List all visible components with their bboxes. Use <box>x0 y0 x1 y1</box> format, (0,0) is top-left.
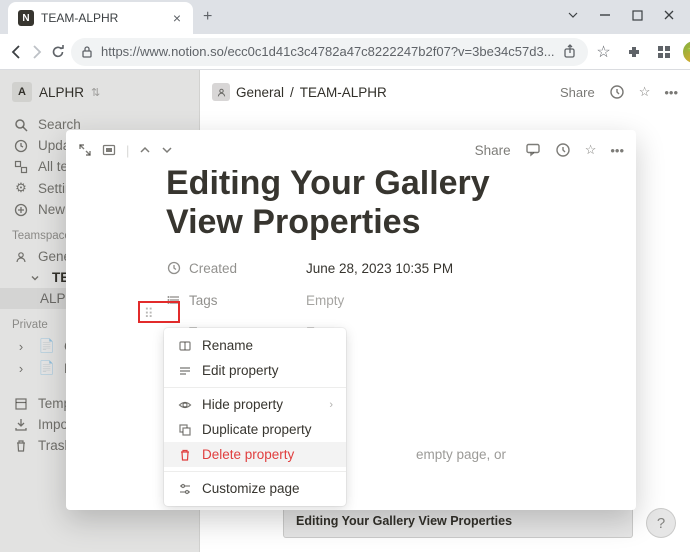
duplicate-icon <box>177 423 193 437</box>
page-modal: | Share ☆ ••• Editing Y <box>66 130 636 510</box>
notion-favicon: N <box>18 10 34 26</box>
chevron-down-icon[interactable] <box>566 8 580 22</box>
peek-mode-icon[interactable] <box>102 143 116 157</box>
url-text: https://www.notion.so/ecc0c1d41c3c4782a4… <box>101 44 555 59</box>
eye-icon <box>177 398 193 412</box>
close-window-icon[interactable] <box>662 8 676 22</box>
team-icon <box>12 250 30 264</box>
reload-button[interactable] <box>50 38 66 66</box>
property-value: June 28, 2023 10:35 PM <box>306 261 453 276</box>
back-button[interactable] <box>8 38 24 66</box>
forward-button[interactable] <box>29 38 45 66</box>
edit-icon <box>177 364 193 378</box>
workspace-switcher[interactable]: A ALPHR ⇅ <box>0 78 199 106</box>
browser-tab[interactable]: N TEAM-ALPHR × <box>8 2 193 34</box>
help-button[interactable]: ? <box>646 508 676 538</box>
updates-icon[interactable] <box>609 84 625 100</box>
menu-divider <box>164 471 346 472</box>
search-icon <box>12 118 30 132</box>
more-icon[interactable]: ••• <box>664 85 678 100</box>
profile-avatar[interactable]: 🌱 <box>683 41 690 63</box>
lock-icon <box>81 45 93 58</box>
linked-card-title: Editing Your Gallery View Properties <box>296 514 512 528</box>
property-value: Empty <box>306 293 344 308</box>
breadcrumb-current[interactable]: TEAM-ALPHR <box>300 85 387 100</box>
drag-dots-icon: ⠿ <box>144 306 154 322</box>
menu-divider <box>164 387 346 388</box>
property-created[interactable]: Created June 28, 2023 10:35 PM <box>166 252 536 284</box>
property-tags[interactable]: Tags Empty <box>166 284 536 316</box>
trash-icon <box>12 439 30 453</box>
chevron-updown-icon: ⇅ <box>91 86 100 99</box>
updates-icon[interactable] <box>555 142 571 158</box>
chevron-right-icon: › <box>12 339 30 354</box>
address-bar[interactable]: https://www.notion.so/ecc0c1d41c3c4782a4… <box>71 38 588 66</box>
menu-rename[interactable]: Rename <box>164 333 346 358</box>
next-page-icon[interactable] <box>161 144 173 156</box>
close-tab-icon[interactable]: × <box>171 10 183 26</box>
clock-icon <box>166 261 182 275</box>
new-tab-button[interactable]: + <box>193 0 222 34</box>
chevron-right-icon: › <box>329 399 333 411</box>
workspace-icon: A <box>12 82 32 102</box>
teamspaces-icon <box>12 160 30 174</box>
menu-customize-page[interactable]: Customize page <box>164 476 346 501</box>
page-icon: 📄 <box>38 360 56 376</box>
star-icon[interactable]: ☆ <box>593 41 615 63</box>
import-icon <box>12 418 30 432</box>
team-icon <box>212 83 230 101</box>
plus-circle-icon <box>12 203 30 217</box>
property-label: Created <box>189 261 237 276</box>
chevron-down-icon <box>26 273 44 283</box>
maximize-window-icon[interactable] <box>630 8 644 22</box>
favorite-icon[interactable]: ☆ <box>585 142 597 158</box>
page-icon: 📄 <box>38 338 56 354</box>
clock-icon <box>12 139 30 153</box>
workspace-name: ALPHR <box>39 85 84 100</box>
expand-icon[interactable] <box>78 143 92 157</box>
menu-hide-property[interactable]: Hide property › <box>164 392 346 417</box>
menu-duplicate-property[interactable]: Duplicate property <box>164 417 346 442</box>
page-title[interactable]: Editing Your Gallery View Properties <box>166 170 536 242</box>
trash-icon <box>177 448 193 462</box>
app-icon[interactable] <box>653 41 675 63</box>
templates-icon <box>12 397 30 411</box>
sliders-icon <box>177 482 193 496</box>
comments-icon[interactable] <box>525 142 541 158</box>
tab-title: TEAM-ALPHR <box>41 11 164 25</box>
more-icon[interactable]: ••• <box>610 143 624 158</box>
chevron-right-icon: › <box>12 361 30 376</box>
breadcrumb[interactable]: General / TEAM-ALPHR <box>212 83 560 101</box>
favorite-icon[interactable]: ☆ <box>639 84 651 100</box>
minimize-window-icon[interactable] <box>598 8 612 22</box>
modal-share-button[interactable]: Share <box>475 143 511 158</box>
breadcrumb-parent[interactable]: General <box>236 85 284 100</box>
drag-handle[interactable]: ⠿ <box>144 306 154 322</box>
menu-delete-property[interactable]: Delete property <box>164 442 346 467</box>
share-button[interactable]: Share <box>560 85 595 100</box>
rename-icon <box>177 339 193 353</box>
gear-icon: ⚙ <box>12 180 30 196</box>
share-page-icon[interactable] <box>563 44 578 59</box>
page-topbar: General / TEAM-ALPHR Share ☆ ••• <box>200 70 690 114</box>
property-context-menu: Rename Edit property Hide property › <box>164 328 346 506</box>
prev-page-icon[interactable] <box>139 144 151 156</box>
menu-edit-property[interactable]: Edit property <box>164 358 346 383</box>
property-label: Tags <box>189 293 218 308</box>
extensions-icon[interactable] <box>623 41 645 63</box>
